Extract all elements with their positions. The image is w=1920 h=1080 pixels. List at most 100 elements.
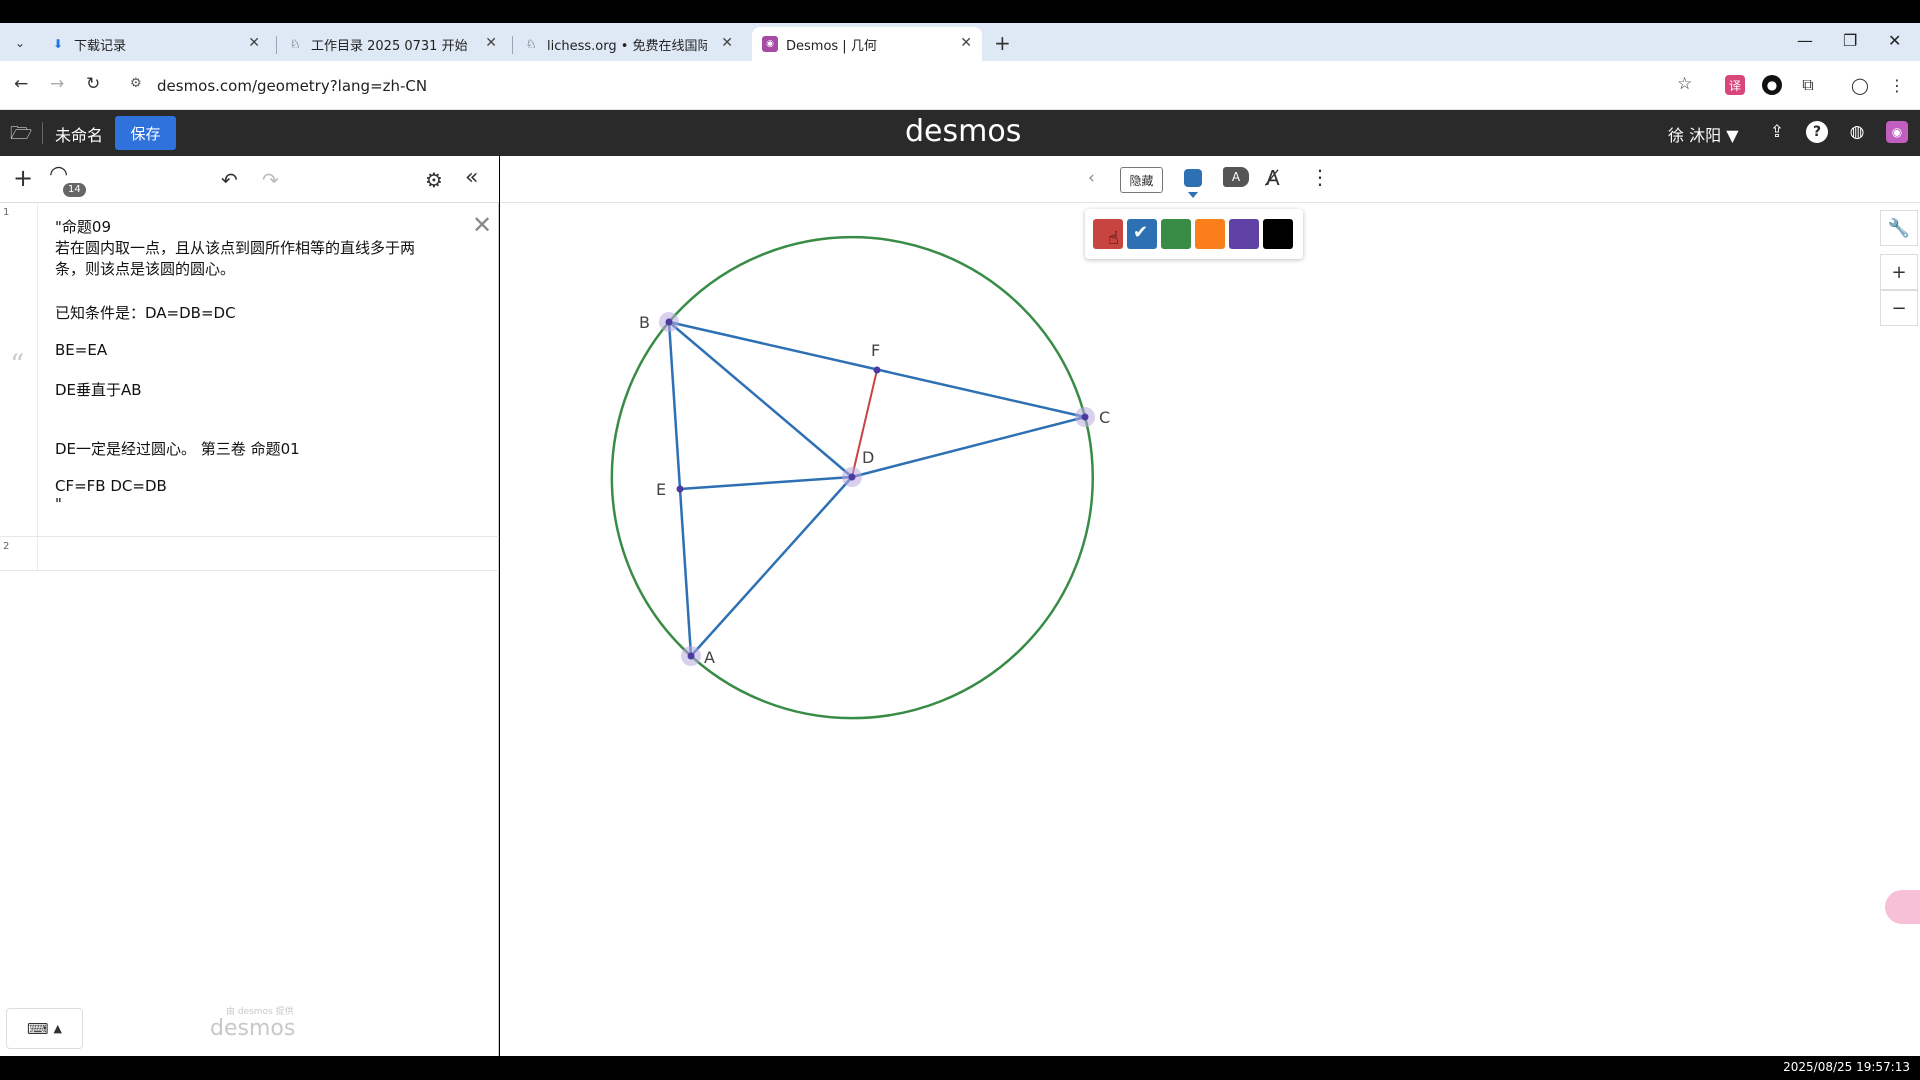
extensions-puzzle-icon[interactable]: ⧉ [1798,75,1818,95]
open-graph-folder-icon[interactable]: 🗁 [10,121,32,144]
tab-downloads[interactable]: ⬇ 下载记录 ✕ [40,27,270,61]
delete-expression-icon[interactable]: ✕ [472,211,492,239]
tab-lichess[interactable]: ♘ lichess.org • 免费在线国际象棋 ✕ [513,27,743,61]
collapse-panel-icon[interactable]: « [465,165,478,190]
watermark-logo: desmos [210,1016,296,1041]
point-d[interactable] [848,473,856,481]
segment-dc[interactable] [851,415,1086,479]
close-tab-icon[interactable]: ✕ [960,35,972,51]
site-settings-icon[interactable]: ⚙ [130,76,142,91]
browser-tab-bar: ⌄ ⬇ 下载记录 ✕ ♘ 工作目录 2025 0731 开始 • lichess… [0,23,1920,61]
close-tab-icon[interactable]: ✕ [721,35,733,51]
tab-label: Desmos | 几何 [786,38,877,54]
language-globe-icon[interactable]: ◍ [1846,121,1868,143]
point-b[interactable] [665,318,673,326]
item-count-badge: 14 [63,183,86,197]
point-label-c: C [1099,408,1110,427]
note-line: DE一定是经过圆心。 第三卷 命题01 [55,440,300,458]
tab-label: 工作目录 2025 0731 开始 • lichess.org [311,38,471,54]
color-swatch-orange[interactable] [1195,219,1225,249]
tab-lichess-study[interactable]: ♘ 工作目录 2025 0731 开始 • lichess.org ✕ [277,27,507,61]
extension-translate-icon[interactable]: 译 [1725,75,1745,95]
point-e[interactable] [676,485,684,493]
color-swatch-black[interactable] [1263,219,1293,249]
keyboard-toggle-button[interactable]: ⌨ ▲ [6,1008,83,1049]
point-a[interactable] [687,652,695,660]
geometry-canvas[interactable]: B C A D E F [500,156,1920,1056]
close-tab-icon[interactable]: ✕ [248,35,260,51]
close-window-icon[interactable]: ✕ [1888,31,1901,50]
point-c[interactable] [1081,413,1089,421]
bookmark-star-icon[interactable]: ☆ [1677,74,1692,94]
share-icon[interactable]: ⇪ [1766,121,1788,143]
desmos-header: 🗁 未命名 保存 desmos 徐 沐阳 ▼ ⇪ ? ◍ ◉ [0,110,1920,156]
desmos-logo: desmos [905,114,1022,149]
color-swatch-purple[interactable] [1229,219,1259,249]
point-f[interactable] [873,366,881,374]
restore-icon[interactable]: ❐ [1843,31,1857,50]
note-line: 若在圆内取一点，且从该点到圆所作相等的直线多于两 [55,239,416,257]
extension-owl-icon[interactable]: ● [1762,75,1782,95]
browser-address-bar: ← → ↻ ⚙ desmos.com/geometry?lang=zh-CN ☆… [0,61,1920,110]
undo-icon[interactable]: ↶ [221,168,238,192]
note-line: 已知条件是：DA=DB=DC [55,304,236,322]
graph-title[interactable]: 未命名 [55,122,103,146]
point-label-a: A [704,648,715,667]
segment-bd[interactable] [668,321,853,478]
zoom-out-icon[interactable]: − [1880,290,1918,326]
chevron-left-icon[interactable]: ‹ [1088,168,1095,188]
desmos-app-icon[interactable]: ◉ [1886,121,1908,143]
point-label-d: D [862,448,874,467]
expression-row-2[interactable]: 2 [0,537,499,571]
point-label-e: E [656,480,666,499]
more-options-icon[interactable]: ⋮ [1310,165,1330,189]
close-tab-icon[interactable]: ✕ [485,35,497,51]
zoom-in-icon[interactable]: + [1880,254,1918,290]
browser-menu-icon[interactable]: ⋮ [1887,75,1907,95]
tab-search-chevron-icon[interactable]: ⌄ [8,31,32,55]
color-swatch-green[interactable] [1161,219,1191,249]
minimize-icon[interactable]: — [1797,31,1813,50]
tab-label: 下载记录 [74,38,127,54]
user-name: 徐 沐阳 [1668,126,1722,145]
lichess-icon: ♘ [289,37,301,51]
new-tab-icon[interactable]: + [994,31,1011,55]
label-style-icon[interactable]: A̸ [1266,166,1280,190]
system-clock: 2025/08/25 19:57:13 [1783,1060,1910,1074]
powered-by-desmos: 由 desmos 提供 desmos [210,1007,296,1041]
help-icon[interactable]: ? [1806,121,1828,143]
redo-icon[interactable]: ↷ [262,168,279,192]
point-label-b: B [639,313,650,332]
forward-icon[interactable]: → [50,74,64,94]
expression-index: 2 [0,537,38,570]
note-quote-icon: “ [10,348,25,381]
settings-gear-icon[interactable]: ⚙ [425,168,443,192]
reload-icon[interactable]: ↻ [86,74,100,94]
hide-button[interactable]: 隐藏 [1120,167,1163,193]
current-color-swatch[interactable] [1184,169,1202,187]
hand-pointer-cursor-icon: ☝ [1108,228,1119,249]
wrench-settings-icon[interactable]: 🔧 [1880,210,1918,246]
taskbar: 2025/08/25 19:57:13 [0,1056,1920,1080]
label-tag-icon[interactable]: A [1223,167,1249,187]
powered-by-text: 由 desmos 提供 [226,1007,294,1017]
user-menu[interactable]: 徐 沐阳 ▼ [1668,122,1739,146]
graph-zoom-controls: 🔧 + − [1880,210,1920,330]
segment-ad[interactable] [690,476,853,657]
url-field[interactable]: desmos.com/geometry?lang=zh-CN [157,77,427,95]
note-line: CF=FB DC=DB [55,477,167,495]
geometry-svg[interactable]: B C A D E F [500,156,1920,1056]
save-button[interactable]: 保存 [115,116,176,150]
expression-note-1[interactable]: 1 “ ✕ "命题09 若在圆内取一点，且从该点到圆所作相等的直线多于两 条，则… [0,203,499,537]
back-icon[interactable]: ← [14,74,28,94]
profile-icon[interactable]: ◯ [1850,75,1870,95]
add-item-icon[interactable]: + [13,164,33,192]
desmos-icon: ◉ [762,36,778,52]
translate-side-tab[interactable] [1885,890,1920,924]
note-line: DE垂直于AB [55,381,142,399]
tab-desmos-geometry[interactable]: ◉ Desmos | 几何 ✕ [752,27,982,61]
segment-ed[interactable] [679,475,853,491]
color-swatch-blue[interactable]: ✔ [1127,219,1157,249]
chevron-down-icon: ▼ [1726,126,1739,145]
header-divider [42,122,43,144]
